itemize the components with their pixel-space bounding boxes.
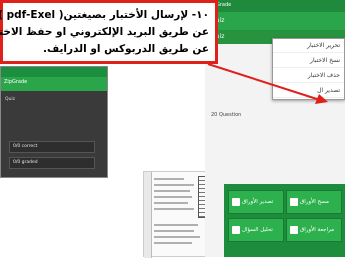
quiz-info-line bbox=[211, 148, 307, 157]
sheet-text-row bbox=[154, 224, 198, 226]
scan-sheets-button[interactable]: مسح الأوراق bbox=[286, 190, 342, 214]
result-box[interactable]: 0/0 correct bbox=[9, 141, 95, 153]
quiz-info-line bbox=[211, 160, 307, 169]
result-box[interactable]: 0/0 graded bbox=[9, 157, 95, 169]
quiz-actions-panel: تصدير الأوراق مسح الأوراق تحليل السؤال م… bbox=[224, 184, 345, 257]
info-line bbox=[5, 113, 103, 118]
info-line bbox=[5, 105, 103, 110]
menu-item-edit-quiz[interactable]: تحرير الاختبار bbox=[273, 39, 344, 53]
export-icon bbox=[232, 198, 240, 206]
quiz-info-line bbox=[211, 136, 307, 145]
sheet-text-row bbox=[154, 230, 194, 232]
sheet-text-row bbox=[154, 236, 200, 238]
item-analysis-button[interactable]: تحليل السؤال bbox=[228, 218, 284, 242]
app-title-bar: Quiz bbox=[205, 12, 345, 30]
sheet-margin bbox=[144, 172, 152, 258]
left-phone-screenshot: ZipGrade Quiz 0/0 correct 0/0 graded bbox=[0, 66, 108, 178]
button-label: مراجعة الأوراق bbox=[300, 227, 335, 233]
app-header: ZipGrade bbox=[1, 77, 107, 91]
button-label: مسح الأوراق bbox=[300, 199, 329, 205]
review-icon bbox=[290, 226, 298, 234]
sheet-text-row bbox=[154, 196, 192, 198]
status-bar: ZipGrade bbox=[205, 0, 345, 12]
quiz-info-line: 20 Question bbox=[211, 112, 242, 118]
callout-line-1: ١٠- لإرسال الأختبار بصيغتين( pdf-Exel ) bbox=[0, 9, 209, 21]
sheet-text-row bbox=[154, 190, 190, 192]
callout-line-2: عن طريق البريد الإلكتروني او حفظ الاختبا… bbox=[0, 26, 209, 38]
status-bar bbox=[1, 67, 107, 77]
review-sheets-button[interactable]: مراجعة الأوراق bbox=[286, 218, 342, 242]
info-line: Quiz bbox=[5, 97, 16, 102]
instruction-callout: ١٠- لإرسال الأختبار بصيغتين( pdf-Exel ) … bbox=[0, 0, 218, 64]
sheet-text-row bbox=[154, 184, 194, 186]
sheet-text-row bbox=[154, 208, 194, 210]
sheet-text-row bbox=[154, 178, 184, 180]
sheet-text-row bbox=[154, 242, 192, 244]
button-label: تصدير الأوراق bbox=[242, 199, 274, 205]
chart-icon bbox=[232, 226, 240, 234]
button-label: تحليل السؤال bbox=[242, 227, 273, 233]
callout-line-3: عن طريق الدربوكس او الدرايف. bbox=[42, 43, 209, 55]
pointer-arrow-icon bbox=[207, 63, 328, 104]
sheet-text-row bbox=[154, 202, 188, 204]
scan-icon bbox=[290, 198, 298, 206]
quiz-info-line bbox=[211, 124, 307, 133]
export-sheets-button[interactable]: تصدير الأوراق bbox=[228, 190, 284, 214]
